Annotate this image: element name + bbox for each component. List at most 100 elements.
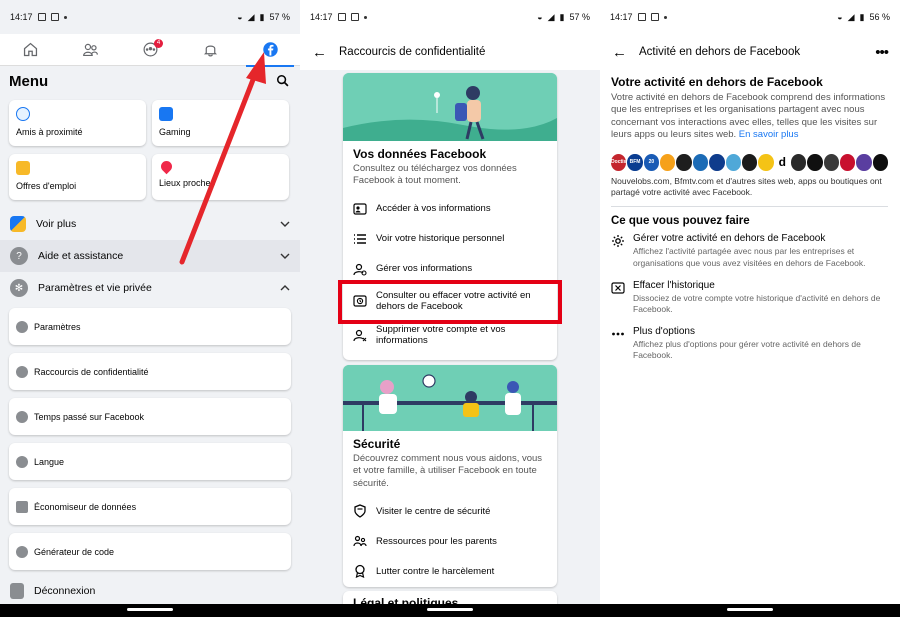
signal-icon: ◢ xyxy=(247,11,255,22)
option-title: Plus d'options xyxy=(633,325,695,337)
option-title: Effacer l'historique xyxy=(633,279,715,291)
shortcut-tiles: Amis à proximité Gaming Offres d'emploi … xyxy=(0,96,300,204)
row-label: Ressources pour les parents xyxy=(376,535,497,547)
row-activity-log[interactable]: Voir votre historique personnel xyxy=(343,224,557,254)
settings-item[interactable]: Paramètres xyxy=(9,308,291,345)
battery-icon: ▮ xyxy=(259,11,265,22)
business-logo xyxy=(758,153,774,171)
row-parents-resources[interactable]: Ressources pour les parents xyxy=(343,526,557,556)
row-label: Voir votre historique personnel xyxy=(376,233,505,245)
logout-label: Déconnexion xyxy=(34,585,96,597)
system-nav-bar xyxy=(300,604,600,617)
settings-item[interactable]: Économiseur de données xyxy=(9,488,291,525)
row-off-facebook-activity[interactable]: Consulter ou effacer votre activité en d… xyxy=(343,284,557,318)
home-gesture-pill[interactable] xyxy=(127,608,173,611)
person-settings-icon xyxy=(353,262,367,276)
family-illustration xyxy=(343,365,557,431)
battery-level: 56 % xyxy=(869,12,890,22)
section-heading: Ce que vous pouvez faire xyxy=(611,215,750,228)
more-options-icon[interactable]: ••• xyxy=(875,44,889,61)
system-nav-bar xyxy=(0,604,300,617)
option-title: Gérer votre activité en dehors de Facebo… xyxy=(633,233,826,245)
section-see-more[interactable]: Voir plus xyxy=(0,208,300,240)
illustration-family xyxy=(343,365,557,431)
settings-item-privacy-shortcuts[interactable]: Raccourcis de confidentialité xyxy=(9,353,291,390)
row-safety-center[interactable]: Visiter le centre de sécurité xyxy=(343,496,557,526)
tile-jobs[interactable]: Offres d'emploi xyxy=(9,154,146,200)
battery-icon: ▮ xyxy=(559,11,565,22)
business-logo xyxy=(807,153,823,171)
row-label: Visiter le centre de sécurité xyxy=(376,505,491,517)
tile-gaming[interactable]: Gaming xyxy=(152,100,289,146)
tab-groups[interactable]: 4 xyxy=(126,34,174,66)
search-icon[interactable] xyxy=(276,74,290,88)
screen-menu: 14:17 ◒ ◢ ▮ 57 % 4 Menu Amis à proximité… xyxy=(0,0,300,617)
row-manage-info[interactable]: Gérer vos informations xyxy=(343,254,557,284)
settings-item[interactable]: Temps passé sur Facebook xyxy=(9,398,291,435)
tab-facebook[interactable] xyxy=(246,34,294,67)
wifi-icon: ◒ xyxy=(537,12,543,22)
business-logo xyxy=(676,153,692,171)
dot-icon xyxy=(63,15,67,19)
option-manage-activity[interactable]: Gérer votre activité en dehors de Facebo… xyxy=(611,233,888,268)
business-logo xyxy=(823,153,840,171)
option-more-options[interactable]: Plus d'options Affichez plus d'options po… xyxy=(611,326,888,361)
business-logo xyxy=(872,153,889,171)
row-delete-account[interactable]: Supprimer votre compte et vos informatio… xyxy=(343,318,557,352)
tab-notifications[interactable] xyxy=(186,34,234,66)
section-heading: Votre activité en dehors de Facebook xyxy=(611,75,823,89)
person-remove-icon xyxy=(353,328,367,342)
page-title: Raccourcis de confidentialité xyxy=(339,46,486,58)
home-gesture-pill[interactable] xyxy=(427,608,473,611)
settings-item[interactable]: Générateur de code xyxy=(9,533,291,570)
section-label: Voir plus xyxy=(36,218,77,230)
row-label: Consulter ou effacer votre activité en d… xyxy=(376,289,531,312)
row-label: Lutter contre le harcèlement xyxy=(376,565,495,577)
gallery-icon xyxy=(337,13,346,21)
clear-icon xyxy=(611,281,625,294)
status-time: 14:17 xyxy=(310,12,333,22)
parents-icon xyxy=(353,534,367,548)
tab-bar: 4 xyxy=(0,34,300,67)
intro-paragraph: Votre activité en dehors de Facebook com… xyxy=(611,92,888,141)
hiker-illustration xyxy=(343,73,557,141)
card-security: Sécurité Découvrez comment nous vous aid… xyxy=(343,365,557,587)
row-bullying[interactable]: Lutter contre le harcèlement xyxy=(343,556,557,586)
home-gesture-pill[interactable] xyxy=(727,608,773,611)
learn-more-link[interactable]: En savoir plus xyxy=(739,129,799,140)
page-title: Activité en dehors de Facebook xyxy=(639,46,801,58)
tile-label: Gaming xyxy=(159,127,191,137)
tab-home[interactable] xyxy=(6,34,54,66)
chevron-up-icon xyxy=(280,285,290,291)
business-logo xyxy=(741,153,758,171)
settings-list: Paramètres Raccourcis de confidentialité… xyxy=(0,308,300,570)
list-icon xyxy=(353,232,367,246)
business-logo xyxy=(692,153,709,171)
row-access-info[interactable]: Accéder à vos informations xyxy=(343,194,557,224)
tile-nearby-friends[interactable]: Amis à proximité xyxy=(9,100,146,146)
tab-friends[interactable] xyxy=(66,34,114,66)
business-logo xyxy=(790,153,807,171)
card-your-data: Vos données Facebook Consultez ou téléch… xyxy=(343,73,557,360)
card-title: Sécurité xyxy=(353,437,401,451)
section-label: Paramètres et vie privée xyxy=(38,282,152,294)
option-clear-history[interactable]: Effacer l'historique Dissociez de votre c… xyxy=(611,280,888,315)
settings-item-label: Raccourcis de confidentialité xyxy=(34,366,149,377)
tile-nearby-places[interactable]: Lieux proches xyxy=(152,154,289,200)
settings-item-label: Langue xyxy=(34,456,65,467)
settings-item[interactable]: Langue xyxy=(9,443,291,480)
account-icon xyxy=(16,320,28,333)
screen-off-facebook-activity: 14:17 ◒ ◢ ▮ 56 % ← Activité en dehors de Fa… xyxy=(600,0,900,617)
logout-row[interactable]: Déconnexion xyxy=(0,578,300,604)
section-settings-privacy[interactable]: ✻ Paramètres et vie privée xyxy=(0,272,300,304)
card-title: Vos données Facebook xyxy=(353,147,487,161)
section-help[interactable]: ? Aide et assistance xyxy=(0,240,300,272)
business-logo xyxy=(709,153,725,171)
settings-item-label: Paramètres xyxy=(34,321,81,332)
notification-icon xyxy=(50,13,59,21)
business-logo: d xyxy=(774,153,790,171)
back-arrow-icon[interactable]: ← xyxy=(312,44,327,61)
business-logo xyxy=(660,153,676,171)
back-arrow-icon[interactable]: ← xyxy=(612,44,627,61)
settings-item-label: Générateur de code xyxy=(34,546,115,557)
